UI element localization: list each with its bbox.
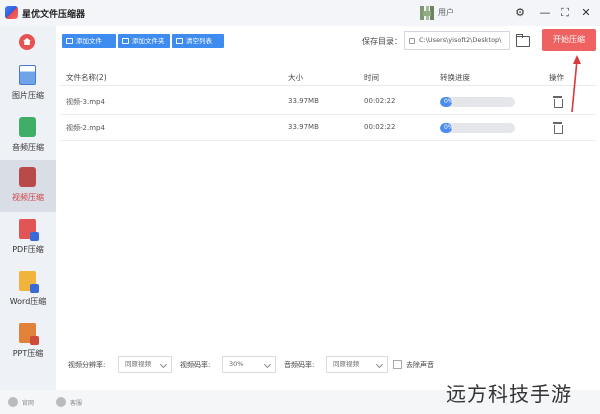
column-header-size: 大小	[288, 73, 303, 82]
title-bar: 星优文件压缩器 用户 ⚙ — ⛶ ✕	[0, 0, 600, 26]
sidebar-item-video[interactable]: 视频压缩	[0, 160, 56, 212]
clear-list-label: 清空列表	[186, 37, 212, 45]
resolution-select[interactable]: 同原视频	[118, 356, 172, 373]
table-row[interactable]: 视频-2.mp4 33.97MB 00:02:22 0%	[60, 115, 596, 141]
minimize-icon[interactable]: —	[537, 5, 553, 21]
start-compress-button[interactable]: 开始压缩	[542, 29, 596, 51]
clear-list-icon	[176, 38, 183, 44]
audio-bitrate-select[interactable]: 同原视频	[326, 356, 388, 373]
add-folder-label: 添加文件夹	[132, 37, 165, 45]
app-title: 星优文件压缩器	[22, 10, 86, 20]
progress-text: 0%	[444, 98, 454, 105]
audio-bitrate-value: 同原视频	[333, 360, 359, 368]
add-file-button[interactable]: 添加文件	[62, 34, 116, 48]
bitrate-select[interactable]: 30%	[222, 356, 276, 373]
open-folder-icon[interactable]	[515, 33, 530, 47]
clear-list-button[interactable]: 清空列表	[172, 34, 224, 48]
sidebar-item-ppt[interactable]: PPT压缩	[0, 316, 56, 368]
column-header-action: 操作	[549, 73, 564, 82]
bitrate-value: 30%	[229, 360, 244, 368]
resolution-value: 同原视频	[125, 360, 151, 368]
sidebar-item-pdf[interactable]: PDF压缩	[0, 212, 56, 264]
column-header-name: 文件名称(2)	[66, 73, 107, 82]
remove-audio-label: 去除声音	[406, 361, 434, 369]
file-size: 33.97MB	[288, 97, 319, 105]
pdf-file-icon	[19, 219, 39, 241]
audio-file-icon	[19, 117, 36, 137]
user-avatar-icon[interactable]	[420, 6, 434, 20]
add-folder-button[interactable]: 添加文件夹	[118, 34, 170, 48]
support-icon[interactable]	[56, 397, 66, 407]
remove-audio-checkbox[interactable]	[393, 360, 402, 369]
sidebar-item-label: PPT压缩	[12, 349, 44, 358]
watermark-text: 远方科技手游	[446, 382, 572, 406]
add-file-icon	[66, 38, 73, 44]
image-file-icon	[19, 65, 36, 85]
progress-text: 0%	[444, 124, 454, 131]
file-time: 00:02:22	[364, 97, 396, 105]
sidebar: 图片压缩 音频压缩 视频压缩 PDF压缩 Word压缩 PPT压缩	[0, 26, 56, 414]
word-file-icon	[19, 271, 39, 293]
sidebar-item-label: 视频压缩	[12, 193, 44, 202]
file-size: 33.97MB	[288, 123, 319, 131]
file-time: 00:02:22	[364, 123, 396, 131]
maximize-icon[interactable]: ⛶	[557, 5, 573, 21]
save-path-input[interactable]: C:\Users\yisoft2\Desktop\	[404, 31, 510, 50]
add-folder-icon	[122, 38, 129, 44]
app-logo-icon	[5, 6, 18, 19]
progress-bar: 0%	[440, 97, 515, 107]
sidebar-item-image[interactable]: 图片压缩	[0, 58, 56, 110]
support-link[interactable]: 客服	[70, 398, 82, 407]
folder-small-icon	[409, 38, 415, 44]
add-file-label: 添加文件	[76, 37, 102, 45]
delete-icon[interactable]	[553, 122, 563, 134]
website-icon[interactable]	[8, 397, 18, 407]
sidebar-item-word[interactable]: Word压缩	[0, 264, 56, 316]
save-path-value: C:\Users\yisoft2\Desktop\	[419, 36, 502, 44]
ppt-file-icon	[19, 323, 39, 345]
sidebar-item-label: PDF压缩	[12, 245, 44, 254]
file-name: 视频-3.mp4	[66, 98, 105, 106]
sidebar-item-audio[interactable]: 音频压缩	[0, 110, 56, 162]
sidebar-item-label: 音频压缩	[12, 143, 44, 152]
audio-bitrate-label: 音频码率:	[284, 361, 315, 369]
video-file-icon	[19, 167, 36, 187]
column-header-progress: 转换进度	[440, 73, 470, 82]
home-icon[interactable]	[19, 34, 35, 50]
table-header: 文件名称(2) 大小 时间 转换进度 操作	[60, 68, 596, 86]
website-link[interactable]: 官网	[22, 398, 34, 407]
sidebar-item-label: Word压缩	[9, 297, 47, 306]
delete-icon[interactable]	[553, 96, 563, 108]
file-name: 视频-2.mp4	[66, 124, 105, 132]
user-name[interactable]: 用户	[438, 7, 454, 18]
save-directory-label: 保存目录：	[362, 37, 402, 46]
settings-icon[interactable]: ⚙	[512, 5, 528, 21]
resolution-label: 视频分辨率:	[68, 361, 106, 369]
progress-bar: 0%	[440, 123, 515, 133]
table-row[interactable]: 视频-3.mp4 33.97MB 00:02:22 0%	[60, 89, 596, 115]
column-header-time: 时间	[364, 73, 379, 82]
compression-settings: 视频分辨率: 同原视频 视频码率: 30% 音频码率: 同原视频 去除声音	[60, 356, 600, 374]
bitrate-label: 视频码率:	[180, 361, 211, 369]
close-icon[interactable]: ✕	[578, 5, 594, 21]
sidebar-item-label: 图片压缩	[12, 91, 44, 100]
annotation-arrow	[571, 55, 581, 113]
